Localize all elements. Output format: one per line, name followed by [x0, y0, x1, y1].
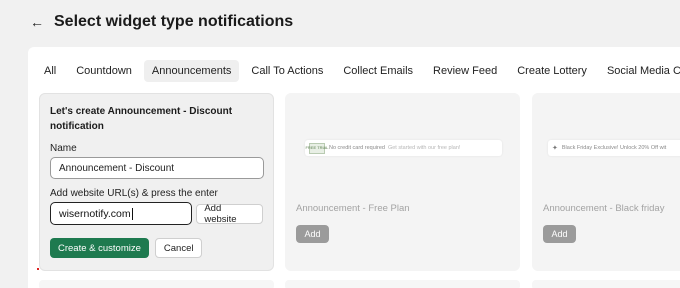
tab-countdown[interactable]: Countdown [68, 60, 140, 82]
marker-dot [37, 268, 39, 270]
form-heading: Let's create Announcement - Discount not… [50, 106, 233, 132]
cancel-button[interactable]: Cancel [154, 238, 203, 258]
url-label: Add website URL(s) & press the enter [50, 188, 218, 199]
form-actions: Create & customize Cancel [50, 238, 263, 258]
text-caret [131, 207, 133, 220]
template-card-free-plan[interactable]: FREE TRIAL No credit card required Get s… [285, 93, 520, 271]
preview-subtext: Get started with our free plan! [387, 145, 461, 151]
website-url-input[interactable]: wisernotify.com [50, 202, 193, 225]
name-input-value: Announcement - Discount [59, 162, 175, 174]
tag-icon: ✦ [552, 145, 558, 152]
tab-social-media-counter[interactable]: Social Media Counter [599, 60, 680, 82]
next-row-card [39, 280, 274, 288]
preview-text: Black Friday Exclusive! Unlock 20% Off w… [561, 145, 667, 151]
create-notification-form: Let's create Announcement - Discount not… [39, 93, 274, 271]
card-title: Announcement - Free Plan [296, 203, 410, 214]
tab-call-to-actions[interactable]: Call To Actions [243, 60, 331, 82]
tab-bar: All Countdown Announcements Call To Acti… [36, 59, 680, 83]
add-website-button[interactable]: Add website [196, 203, 263, 225]
tab-announcements[interactable]: Announcements [143, 60, 240, 82]
preview-text: No credit card required [329, 145, 385, 151]
page-title: Select widget type notifications [54, 13, 294, 30]
tab-create-lottery[interactable]: Create Lottery [509, 60, 595, 82]
notification-preview: ✦ Black Friday Exclusive! Unlock 20% Off… [548, 140, 680, 156]
url-row: wisernotify.com Add website [50, 202, 263, 225]
page-header: ← Select widget type notifications [0, 0, 680, 44]
tab-review-feed[interactable]: Review Feed [425, 60, 505, 82]
name-input[interactable]: Announcement - Discount [50, 157, 264, 179]
next-row-card [532, 280, 680, 288]
notification-preview: FREE TRIAL No credit card required Get s… [305, 140, 502, 156]
arrow-left-icon[interactable]: ← [30, 14, 44, 30]
free-trial-badge: FREE TRIAL [305, 142, 329, 154]
create-customize-button[interactable]: Create & customize [50, 238, 149, 258]
website-url-value: wisernotify.com [59, 207, 131, 220]
tab-all[interactable]: All [36, 60, 64, 82]
tab-collect-emails[interactable]: Collect Emails [335, 60, 421, 82]
card-title: Announcement - Black friday [543, 203, 665, 214]
name-label: Name [50, 143, 77, 154]
add-button[interactable]: Add [296, 225, 329, 243]
template-card-black-friday[interactable]: ✦ Black Friday Exclusive! Unlock 20% Off… [532, 93, 680, 271]
add-button[interactable]: Add [543, 225, 576, 243]
next-row-card [285, 280, 520, 288]
